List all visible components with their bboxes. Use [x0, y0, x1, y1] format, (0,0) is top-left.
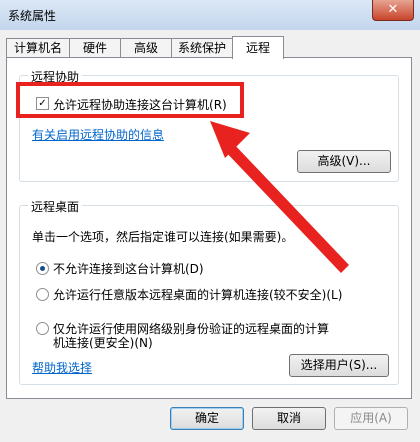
tab-remote[interactable]: 远程 [232, 36, 284, 59]
annotation-arrow-shaft [223, 141, 349, 273]
annotation-arrow [210, 121, 349, 273]
system-properties-window: 系统属性 ✕ 计算机名 硬件 高级 系统保护 远程 远程协助 ✓ 允许远程协助连… [0, 0, 420, 442]
annotation-arrow-head [210, 121, 250, 158]
